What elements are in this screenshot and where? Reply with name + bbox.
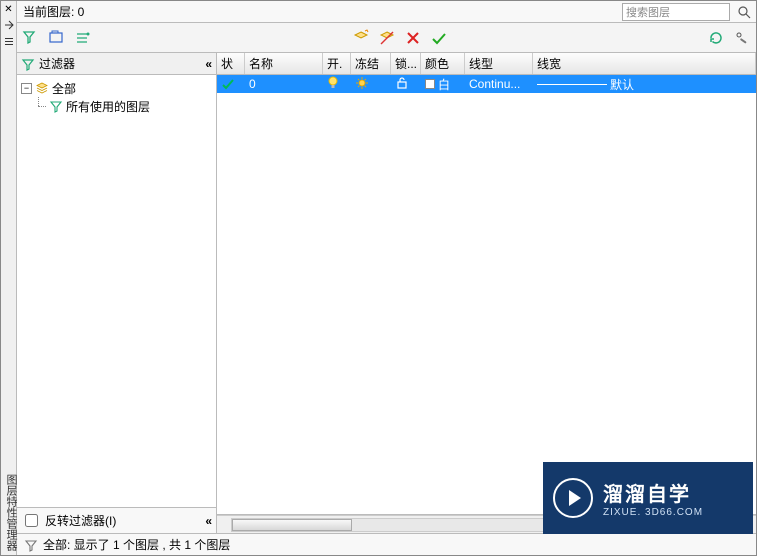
tree-child-label: 所有使用的图层 <box>66 98 150 115</box>
status-bar: 全部: 显示了 1 个图层 , 共 1 个图层 <box>17 533 756 555</box>
search-input[interactable]: 搜索图层 <box>622 3 730 21</box>
layers-stack-icon <box>34 81 50 95</box>
panel-vertical-title: 图层特性管理器 <box>3 474 19 551</box>
lineweight-label: 默认 <box>610 76 634 93</box>
table-row[interactable]: 0 <box>217 75 756 93</box>
lock-cell[interactable] <box>391 76 421 93</box>
tree-root-all[interactable]: − 全部 <box>21 79 212 97</box>
filter-panel: 过滤器 « − 全部 <box>17 53 217 533</box>
tree-child-used[interactable]: 所有使用的图层 <box>21 97 212 115</box>
new-filter-icon[interactable] <box>21 28 41 48</box>
col-name[interactable]: 名称 <box>245 53 323 74</box>
lineweight-preview <box>537 84 607 85</box>
invert-filter-label: 反转过滤器(I) <box>45 512 116 529</box>
tree-expander-icon[interactable]: − <box>21 83 32 94</box>
filter-tree: − 全部 所有使用的图层 <box>17 75 216 507</box>
search-icon[interactable] <box>736 4 752 20</box>
settings-icon[interactable] <box>732 28 752 48</box>
horizontal-scrollbar[interactable] <box>217 515 756 533</box>
color-cell[interactable]: 白 <box>421 76 465 93</box>
layer-states-icon[interactable] <box>73 28 93 48</box>
new-group-filter-icon[interactable] <box>47 28 67 48</box>
new-layer-frozen-icon[interactable] <box>377 28 397 48</box>
col-lineweight[interactable]: 线宽 <box>533 53 756 74</box>
side-strip: ✕ 图层特性管理器 <box>1 1 17 555</box>
filter-header-label: 过滤器 <box>39 55 75 72</box>
search-placeholder: 搜索图层 <box>626 4 670 20</box>
on-cell[interactable] <box>323 76 351 93</box>
name-cell[interactable]: 0 <box>245 77 323 91</box>
menu-icon[interactable] <box>2 34 16 48</box>
refresh-icon[interactable] <box>706 28 726 48</box>
table-header: 状 名称 开. 冻结 锁... 颜色 线型 线宽 <box>217 53 756 75</box>
col-color[interactable]: 颜色 <box>421 53 465 74</box>
col-state[interactable]: 状 <box>217 53 245 74</box>
col-freeze[interactable]: 冻结 <box>351 53 391 74</box>
status-text: 全部: 显示了 1 个图层 , 共 1 个图层 <box>43 536 230 553</box>
invert-filter-checkbox[interactable] <box>25 514 38 527</box>
layer-table: 状 名称 开. 冻结 锁... 颜色 线型 线宽 0 <box>217 53 756 533</box>
col-on[interactable]: 开. <box>323 53 351 74</box>
unlock-icon <box>395 76 409 93</box>
tree-root-label: 全部 <box>52 80 76 97</box>
color-swatch <box>425 79 435 89</box>
close-icon[interactable]: ✕ <box>2 2 16 16</box>
collapse-footer-icon[interactable]: « <box>205 514 212 528</box>
title-bar: 当前图层: 0 搜索图层 <box>17 1 756 23</box>
filter-icon <box>21 57 35 71</box>
set-current-icon[interactable] <box>429 28 449 48</box>
status-filter-icon[interactable] <box>23 537 39 553</box>
current-layer-label: 当前图层: 0 <box>21 3 616 20</box>
freeze-cell[interactable] <box>351 76 391 93</box>
lightbulb-on-icon <box>327 76 339 93</box>
delete-layer-icon[interactable] <box>403 28 423 48</box>
state-cell[interactable] <box>217 77 245 91</box>
filter-small-icon <box>48 99 64 113</box>
new-layer-icon[interactable] <box>351 28 371 48</box>
linetype-cell[interactable]: Continu... <box>465 77 533 91</box>
tree-branch-icon <box>34 97 46 115</box>
filter-footer: 反转过滤器(I) « <box>17 507 216 533</box>
sun-icon <box>355 76 369 93</box>
color-label: 白 <box>438 76 450 93</box>
lineweight-cell[interactable]: 默认 <box>533 76 756 93</box>
collapse-filter-icon[interactable]: « <box>205 57 212 71</box>
toolbar <box>17 23 756 53</box>
col-linetype[interactable]: 线型 <box>465 53 533 74</box>
col-lock[interactable]: 锁... <box>391 53 421 74</box>
pin-icon[interactable] <box>2 18 16 32</box>
